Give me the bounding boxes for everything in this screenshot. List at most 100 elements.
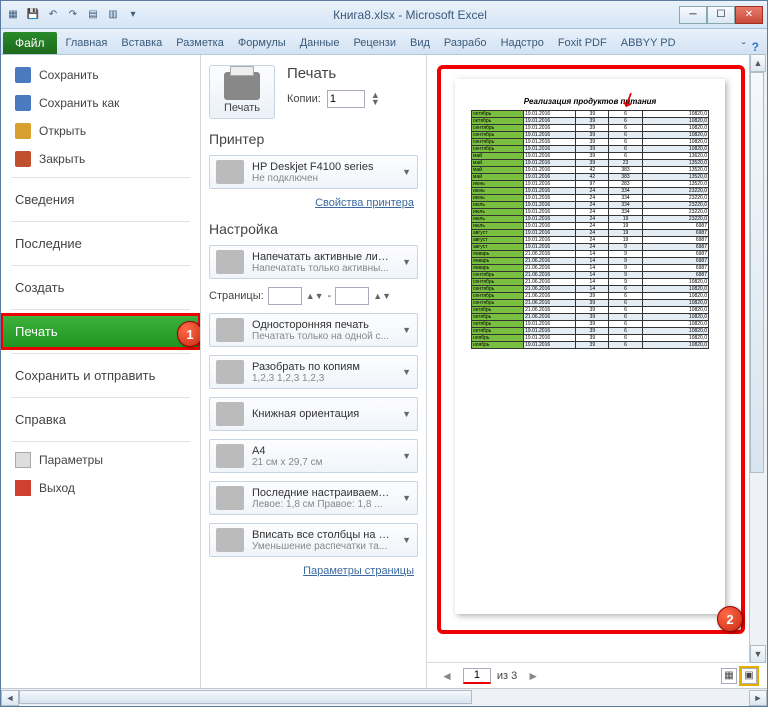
printer-section-title: Принтер xyxy=(209,131,418,147)
pages-label: Страницы: xyxy=(209,290,264,302)
prev-page-button[interactable]: ◄ xyxy=(437,669,457,683)
nav-recent[interactable]: Последние xyxy=(1,226,200,261)
file-tab[interactable]: Файл xyxy=(3,32,57,54)
titlebar: ▦ 💾 ↶ ↷ ▤ ▥ ▾ Книга8.xlsx - Microsoft Ex… xyxy=(1,1,767,29)
nav-open[interactable]: Открыть xyxy=(1,117,200,145)
chevron-down-icon: ▼ xyxy=(402,451,411,461)
ribbon-tab[interactable]: Разрабо xyxy=(437,32,494,54)
ribbon-tab[interactable]: Рецензи xyxy=(346,32,403,54)
app-window: ▦ 💾 ↶ ↷ ▤ ▥ ▾ Книга8.xlsx - Microsoft Ex… xyxy=(0,0,768,707)
scaling-icon xyxy=(216,528,244,552)
paper-dropdown[interactable]: A421 см x 29,7 см ▼ xyxy=(209,439,418,473)
scroll-thumb[interactable] xyxy=(19,690,472,704)
nav-separator xyxy=(11,221,190,222)
backstage-nav: Сохранить Сохранить как Открыть Закрыть … xyxy=(1,55,201,688)
print-button[interactable]: Печать xyxy=(209,65,275,119)
save-icon[interactable]: 💾 xyxy=(25,7,41,23)
next-page-button[interactable]: ► xyxy=(523,669,543,683)
close-button[interactable]: ✕ xyxy=(735,6,763,24)
page-from-input[interactable] xyxy=(268,287,302,305)
printer-icon xyxy=(224,72,260,100)
ribbon-tab[interactable]: Главная xyxy=(59,32,115,54)
preview-page: ↙ Реализация продуктов питания октябрь19… xyxy=(455,79,725,614)
chevron-down-icon: ▼ xyxy=(402,367,411,377)
scroll-thumb[interactable] xyxy=(750,72,764,473)
portrait-icon xyxy=(216,402,244,426)
ribbon-tab[interactable]: Вставка xyxy=(114,32,169,54)
nav-options[interactable]: Параметры xyxy=(1,446,200,474)
annotation-badge-1: 1 xyxy=(177,321,201,347)
maximize-button[interactable]: ☐ xyxy=(707,6,735,24)
horizontal-scrollbar[interactable]: ◄ ► xyxy=(1,688,767,706)
ribbon-tab[interactable]: Вид xyxy=(403,32,437,54)
ribbon-minimize-icon[interactable]: ˇ xyxy=(742,40,746,54)
show-margins-button[interactable]: ▦ xyxy=(721,668,737,684)
copies-label: Копии: xyxy=(287,93,321,105)
sheets-icon xyxy=(216,250,244,274)
zoom-to-page-button[interactable]: ▣ xyxy=(741,668,757,684)
nav-saveas[interactable]: Сохранить как xyxy=(1,89,200,117)
scroll-right-button[interactable]: ► xyxy=(749,690,767,706)
collate-icon xyxy=(216,360,244,384)
nav-save[interactable]: Сохранить xyxy=(1,61,200,89)
page-icon xyxy=(216,318,244,342)
exit-icon xyxy=(15,480,31,496)
nav-separator xyxy=(11,177,190,178)
ribbon-tab[interactable]: Данные xyxy=(293,32,347,54)
ribbon-tab[interactable]: ABBYY PD xyxy=(614,32,683,54)
scroll-left-button[interactable]: ◄ xyxy=(1,690,19,706)
margins-icon xyxy=(216,486,244,510)
nav-print[interactable]: Печать xyxy=(1,314,200,349)
backstage: Сохранить Сохранить как Открыть Закрыть … xyxy=(1,55,767,688)
preview-table: октябрь19.01.201639610820,0октябрь19.01.… xyxy=(471,110,709,349)
vertical-scrollbar[interactable]: ▲ ▼ xyxy=(749,54,767,663)
redo-icon[interactable]: ↷ xyxy=(65,7,81,23)
nav-share[interactable]: Сохранить и отправить xyxy=(1,358,200,393)
window-buttons: ─ ☐ ✕ xyxy=(679,6,763,24)
preview-area: ↙ Реализация продуктов питания октябрь19… xyxy=(427,55,767,662)
qat-icon[interactable]: ▥ xyxy=(105,7,121,23)
nav-exit[interactable]: Выход xyxy=(1,474,200,502)
ribbon-tab[interactable]: Foxit PDF xyxy=(551,32,614,54)
help-icon[interactable]: ? xyxy=(752,40,759,54)
scroll-down-button[interactable]: ▼ xyxy=(750,645,766,663)
scroll-up-button[interactable]: ▲ xyxy=(750,54,766,72)
collate-dropdown[interactable]: Разобрать по копиям1,2,3 1,2,3 1,2,3 ▼ xyxy=(209,355,418,389)
chevron-down-icon: ▼ xyxy=(402,167,411,177)
current-page-input[interactable] xyxy=(463,668,491,684)
ribbon-tab[interactable]: Формулы xyxy=(231,32,293,54)
ribbon-tab[interactable]: Надстро xyxy=(494,32,551,54)
nav-close[interactable]: Закрыть xyxy=(1,145,200,173)
scroll-track[interactable] xyxy=(19,690,749,706)
chevron-down-icon: ▼ xyxy=(402,493,411,503)
excel-icon: ▦ xyxy=(5,7,21,23)
nav-separator xyxy=(11,397,190,398)
nav-info[interactable]: Сведения xyxy=(1,182,200,217)
page-to-input[interactable] xyxy=(335,287,369,305)
undo-icon[interactable]: ↶ xyxy=(45,7,61,23)
annotation-badge-2: 2 xyxy=(717,606,743,632)
chevron-down-icon: ▼ xyxy=(402,325,411,335)
spinner-icon[interactable]: ▲▼ xyxy=(371,92,380,106)
nav-new[interactable]: Создать xyxy=(1,270,200,305)
scroll-track[interactable] xyxy=(750,72,767,645)
qat-more-icon[interactable]: ▾ xyxy=(125,7,141,23)
sides-dropdown[interactable]: Односторонняя печатьПечатать только на о… xyxy=(209,313,418,347)
nav-separator xyxy=(11,441,190,442)
minimize-button[interactable]: ─ xyxy=(679,6,707,24)
printer-properties-link[interactable]: Свойства принтера xyxy=(209,197,418,209)
document-title: Реализация продуктов питания xyxy=(471,97,709,106)
printer-dropdown[interactable]: HP Deskjet F4100 series Не подключен ▼ xyxy=(209,155,418,189)
margins-dropdown[interactable]: Последние настраиваемые ...Левое: 1,8 см… xyxy=(209,481,418,515)
ribbon-tab[interactable]: Разметка xyxy=(169,32,231,54)
spinner-icon[interactable]: ▲▼ xyxy=(306,291,324,301)
qat-icon[interactable]: ▤ xyxy=(85,7,101,23)
scaling-dropdown[interactable]: Вписать все столбцы на одн...Уменьшение … xyxy=(209,523,418,557)
copies-input[interactable] xyxy=(327,90,365,108)
quick-access-toolbar: ▦ 💾 ↶ ↷ ▤ ▥ ▾ xyxy=(5,7,141,23)
orientation-dropdown[interactable]: Книжная ориентация ▼ xyxy=(209,397,418,431)
print-what-dropdown[interactable]: Напечатать активные листыНапечатать толь… xyxy=(209,245,418,279)
spinner-icon[interactable]: ▲▼ xyxy=(373,291,391,301)
page-setup-link[interactable]: Параметры страницы xyxy=(209,565,418,577)
nav-help[interactable]: Справка xyxy=(1,402,200,437)
